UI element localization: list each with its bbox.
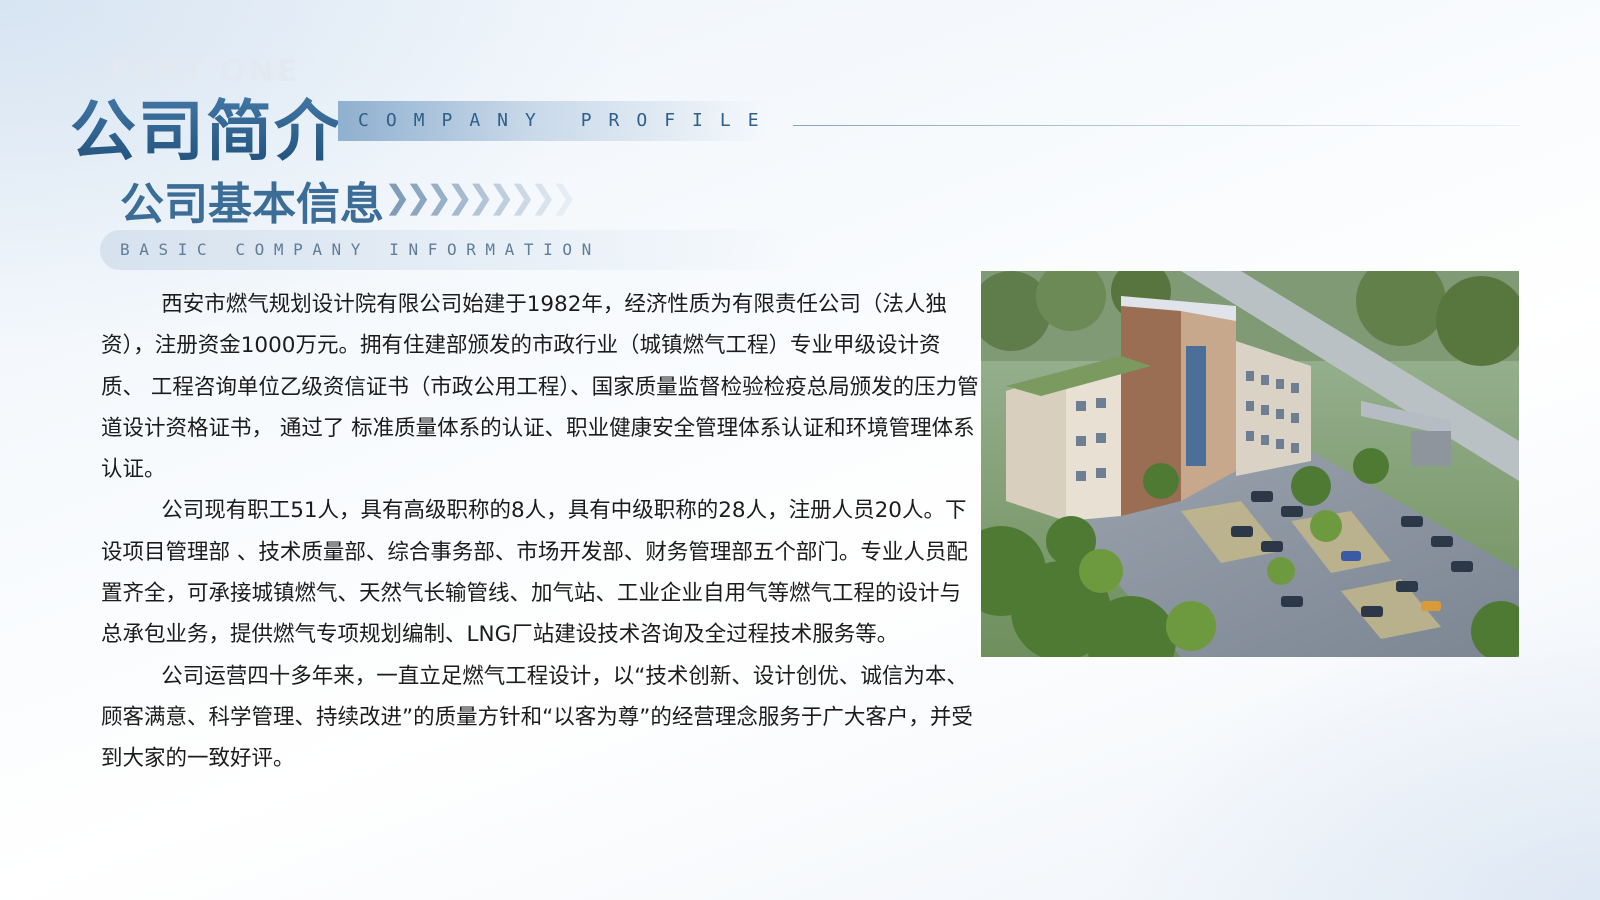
chevron-arrows-icon: ❯❯❯❯❯❯❯❯❯ [384, 178, 578, 216]
section-title: 公司基本信息 [120, 179, 384, 230]
chevron-icon: ❯ [425, 178, 453, 216]
paragraph-staff: 公司现有职工51人，具有高级职称的8人，具有中级职称的28人，注册人员20人。下… [101, 498, 968, 648]
chevron-icon: ❯ [446, 178, 473, 216]
paragraph-founding: 西安市燃气规划设计院有限公司始建于1982年，经济性质为有限责任公司（法人独资）… [101, 292, 979, 483]
chevron-icon: ❯ [384, 178, 411, 216]
chevron-icon: ❯ [508, 178, 536, 216]
paragraph-philosophy: 公司运营四十多年来，一直立足燃气工程设计，以“技术创新、设计创优、诚信为本、顾客… [101, 663, 973, 772]
company-description: 西安市燃气规划设计院有限公司始建于1982年，经济性质为有限责任公司（法人独资）… [101, 284, 979, 780]
header-divider [793, 125, 1520, 126]
page-subtitle-en: COMPANY PROFILE [358, 110, 776, 131]
section-subtitle-en: BASIC COMPANY INFORMATION [120, 240, 601, 259]
page-title: 公司简介 [70, 78, 342, 174]
chevron-icon: ❯ [529, 178, 557, 216]
chevron-icon: ❯ [550, 178, 578, 216]
chevron-icon: ❯ [404, 178, 432, 216]
chevron-icon: ❯ [488, 178, 515, 216]
chevron-icon: ❯ [467, 178, 494, 216]
building-aerial-image [981, 271, 1519, 657]
